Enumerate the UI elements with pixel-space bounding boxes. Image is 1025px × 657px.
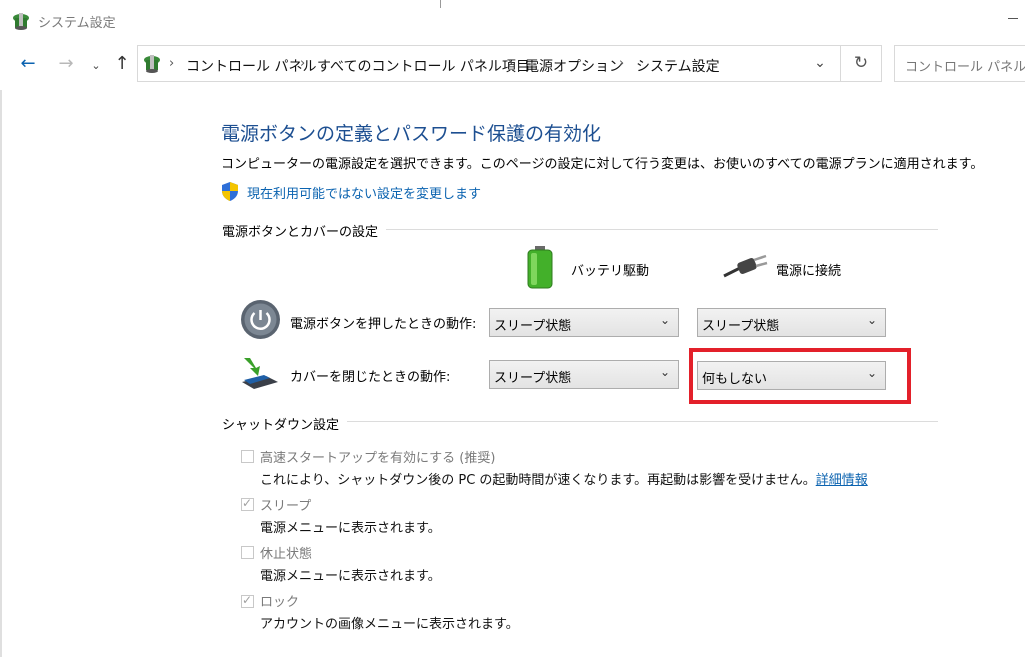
breadcrumb-separator-icon: › [169, 56, 175, 71]
battery-icon [527, 246, 553, 289]
title-divider [440, 0, 441, 8]
recent-locations-chevron-icon[interactable]: ⌄ [88, 56, 104, 76]
more-info-link[interactable]: 詳細情報 [816, 473, 868, 488]
chevron-down-icon: ⌄ [866, 313, 877, 327]
page-description: コンピューターの電源設定を選択できます。このページの設定に対して行う変更は、お使… [221, 157, 984, 172]
chevron-down-icon: ⌄ [659, 365, 670, 379]
address-power-options-icon [144, 55, 160, 73]
refresh-icon[interactable]: ↻ [841, 45, 882, 82]
lid-close-battery-select[interactable]: スリープ状態 ⌄ [489, 360, 679, 389]
window-left-edge [0, 90, 2, 657]
plug-icon [723, 254, 768, 278]
window-title: システム設定 [38, 16, 116, 31]
sleep-label: スリープ [260, 499, 312, 514]
page-title: 電源ボタンの定義とパスワード保護の有効化 [221, 123, 602, 145]
power-button-plugged-select[interactable]: スリープ状態 ⌄ [697, 308, 886, 337]
shield-icon [222, 182, 238, 201]
lock-label: ロック [260, 595, 300, 610]
breadcrumb-power-options[interactable]: 電源オプション [525, 56, 623, 76]
fast-startup-checkbox[interactable] [241, 450, 254, 463]
title-bar [0, 0, 1025, 42]
power-button-action-label: 電源ボタンを押したときの動作: [290, 317, 477, 332]
power-button-icon [241, 300, 280, 339]
breadcrumb-separator-icon: › [619, 56, 625, 71]
select-value: スリープ状態 [494, 319, 572, 334]
breadcrumb-separator-icon: › [508, 56, 514, 71]
laptop-lid-icon [242, 358, 278, 389]
hibernate-checkbox[interactable] [241, 546, 254, 559]
breadcrumb-control-panel[interactable]: コントロール パネル [186, 56, 316, 76]
breadcrumb-all-items[interactable]: すべてのコントロール パネル項目 [317, 56, 530, 76]
chevron-down-icon[interactable]: ⌄ [805, 47, 835, 80]
hibernate-description: 電源メニューに表示されます。 [260, 569, 441, 584]
up-arrow-icon[interactable]: ↑ [111, 54, 133, 76]
fast-startup-description: これにより、シャットダウン後の PC の起動時間が速くなります。再起動は影響を受… [260, 473, 868, 488]
power-button-battery-select[interactable]: スリープ状態 ⌄ [489, 308, 679, 337]
sleep-checkbox[interactable] [241, 496, 254, 511]
select-value: スリープ状態 [702, 319, 780, 334]
highlight-annotation [689, 348, 911, 404]
lock-description: アカウントの画像メニューに表示されます。 [260, 617, 519, 632]
forward-arrow-icon[interactable]: → [54, 54, 78, 76]
breadcrumb-system-settings[interactable]: システム設定 [636, 56, 720, 76]
chevron-down-icon: ⌄ [659, 313, 670, 327]
shutdown-group-title: シャットダウン設定 [222, 414, 348, 433]
search-input[interactable]: コントロール パネルの検 [894, 45, 1025, 82]
breadcrumb-separator-icon: › [300, 56, 306, 71]
plugged-in-column-label: 電源に接続 [776, 264, 842, 279]
minimize-button[interactable] [1004, 6, 1024, 26]
power-options-icon [13, 13, 29, 30]
sleep-description: 電源メニューに表示されます。 [260, 521, 441, 536]
change-unavailable-settings-link[interactable]: 現在利用可能ではない設定を変更します [247, 183, 481, 202]
hibernate-label: 休止状態 [260, 547, 313, 562]
select-value: スリープ状態 [494, 371, 572, 386]
back-arrow-icon[interactable]: ← [16, 54, 40, 76]
fast-startup-label: 高速スタートアップを有効にする (推奨) [260, 451, 496, 466]
lid-close-action-label: カバーを閉じたときの動作: [290, 370, 451, 385]
battery-column-label: バッテリ駆動 [571, 264, 650, 279]
power-lid-group-title: 電源ボタンとカバーの設定 [222, 221, 387, 240]
lock-checkbox[interactable] [241, 593, 254, 608]
